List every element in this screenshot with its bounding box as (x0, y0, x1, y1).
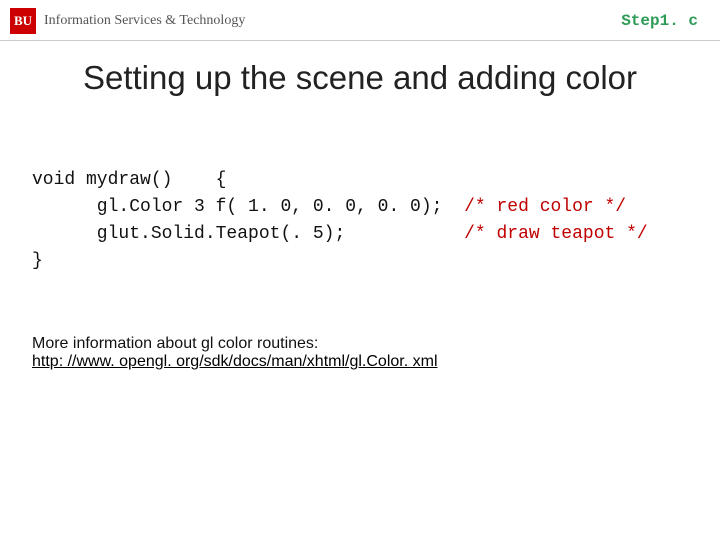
slide-title: Setting up the scene and adding color (0, 59, 720, 97)
code-line-4: } (32, 251, 43, 271)
more-info-section: More information about gl color routines… (32, 335, 720, 371)
code-line-1: void mydraw() { (32, 170, 226, 190)
bu-logo: BU (10, 8, 36, 34)
slide-header: BU Information Services & Technology Ste… (0, 0, 720, 41)
code-block: void mydraw() { gl.Color 3 f( 1. 0, 0. 0… (32, 167, 720, 275)
opengl-docs-link[interactable]: http: //www. opengl. org/sdk/docs/man/xh… (32, 353, 438, 370)
code-line-3-comment: /* draw teapot */ (464, 224, 648, 244)
code-line-2-comment: /* red color */ (464, 197, 626, 217)
code-line-2-code: gl.Color 3 f( 1. 0, 0. 0, 0. 0); (32, 197, 464, 217)
code-line-3-code: glut.Solid.Teapot(. 5); (32, 224, 464, 244)
org-name: Information Services & Technology (44, 13, 245, 29)
filename-label: Step1. c (621, 12, 698, 30)
more-info-text: More information about gl color routines… (32, 335, 720, 353)
header-left: BU Information Services & Technology (10, 8, 245, 34)
